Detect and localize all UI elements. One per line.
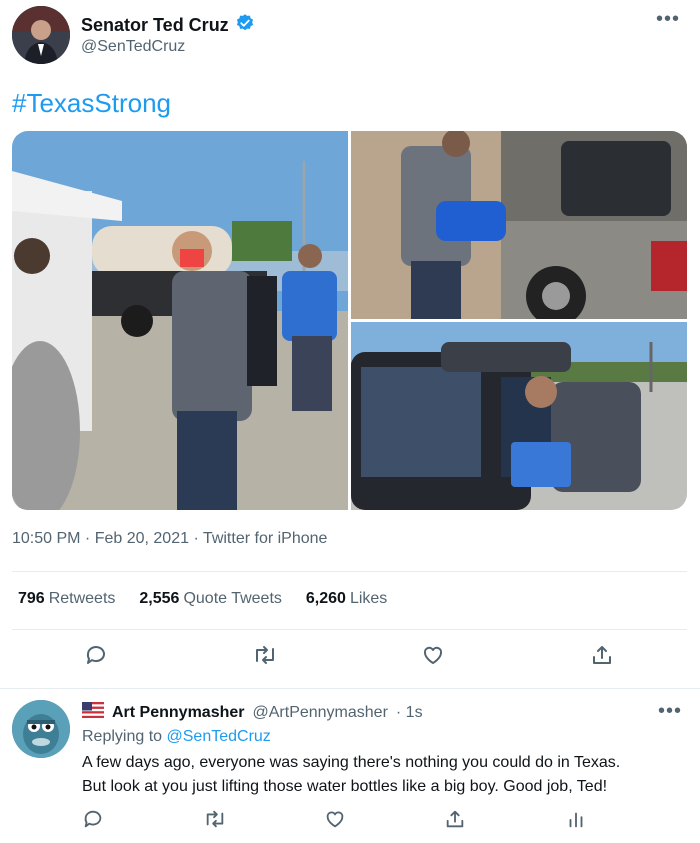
reply-time[interactable]: · 1s <box>396 704 423 722</box>
reply-icon[interactable] <box>84 643 108 672</box>
divider <box>12 571 687 572</box>
reply-author-name[interactable]: Art Pennymasher <box>112 704 245 722</box>
share-icon[interactable] <box>590 643 614 672</box>
media-grid <box>12 131 687 510</box>
author-avatar[interactable] <box>12 6 70 64</box>
reply-retweet-icon[interactable] <box>203 808 227 835</box>
us-flag-icon <box>82 702 104 723</box>
photo-2[interactable] <box>351 131 687 319</box>
like-heart-icon[interactable] <box>421 643 445 672</box>
replying-to-handle[interactable]: @SenTedCruz <box>167 728 271 745</box>
reply-more-options-icon[interactable]: ••• <box>658 700 682 723</box>
reply-share-icon[interactable] <box>444 808 466 835</box>
more-options-icon[interactable]: ••• <box>656 8 680 31</box>
photo-3[interactable] <box>351 322 687 510</box>
reply-author-handle[interactable]: @ArtPennymasher <box>253 704 388 722</box>
likes-stat[interactable]: 6,260 Likes <box>306 590 387 608</box>
reply-author-avatar[interactable] <box>12 700 70 758</box>
hashtag-link[interactable]: #TexasStrong <box>12 88 171 119</box>
quotes-stat[interactable]: 2,556 Quote Tweets <box>139 590 281 608</box>
analytics-icon[interactable] <box>565 808 587 835</box>
reply-reply-icon[interactable] <box>82 808 104 835</box>
retweet-icon[interactable] <box>252 643 278 672</box>
divider <box>0 688 700 689</box>
verified-badge-icon <box>235 13 255 38</box>
replying-to: Replying to @SenTedCruz <box>82 728 271 745</box>
author-name[interactable]: Senator Ted Cruz <box>81 15 229 36</box>
retweets-stat[interactable]: 796 Retweets <box>18 590 115 608</box>
photo-1[interactable] <box>12 131 348 510</box>
author-handle[interactable]: @SenTedCruz <box>81 38 185 56</box>
tweet-stats: 796 Retweets 2,556 Quote Tweets 6,260 Likes <box>18 590 387 608</box>
reply-like-heart-icon[interactable] <box>324 808 346 835</box>
divider <box>12 629 687 630</box>
reply-text: A few days ago, everyone was saying ther… <box>82 754 621 795</box>
tweet-timestamp[interactable]: 10:50 PM · Feb 20, 2021 · Twitter for iP… <box>12 530 327 548</box>
